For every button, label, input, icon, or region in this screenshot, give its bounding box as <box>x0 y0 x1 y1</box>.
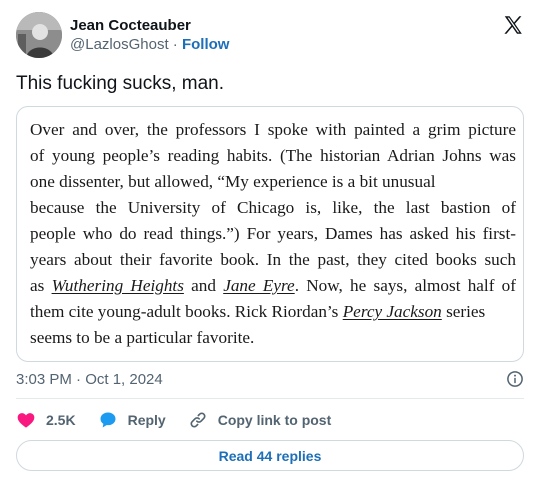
action-bar: 2.5K Reply Copy link to post <box>16 408 353 432</box>
excerpt-text: series <box>441 302 486 321</box>
excerpt-text: them cite young-adult books. Rick Riorda… <box>30 302 343 321</box>
divider <box>16 398 524 399</box>
author-handle-row: @LazlosGhost · Follow <box>70 35 229 54</box>
reply-label: Reply <box>127 412 166 428</box>
excerpt-text: and <box>183 276 224 295</box>
heart-icon <box>17 413 35 428</box>
author-block: Jean Cocteauber @LazlosGhost · Follow <box>70 16 229 54</box>
article-excerpt: Over and over, the professors I spoke wi… <box>30 117 516 351</box>
avatar[interactable] <box>16 12 62 58</box>
excerpt-line: one dissenter, but allowed, “My experien… <box>30 172 436 191</box>
excerpt-line: because the University of Chicago is, li… <box>30 198 516 217</box>
excerpt-line: them cite young-adult books. Rick Riorda… <box>30 299 516 325</box>
like-count: 2.5K <box>46 412 76 428</box>
excerpt-text: . Now, he says, almost half of <box>294 276 516 295</box>
link-icon <box>190 412 206 428</box>
excerpt-line: years about their favorite book. In the … <box>30 250 516 269</box>
excerpt-text: as <box>30 276 52 295</box>
timestamp[interactable]: 3:03 PM · Oct 1, 2024 <box>16 371 163 388</box>
author-display-name[interactable]: Jean Cocteauber <box>70 16 229 35</box>
excerpt-line: seems to be a particular favorite. <box>30 328 255 347</box>
book-title-jane-eyre: Jane Eyre <box>223 276 295 295</box>
info-icon[interactable] <box>506 370 524 388</box>
like-button[interactable]: 2.5K <box>16 410 76 430</box>
post-meta: 3:03 PM · Oct 1, 2024 <box>16 369 524 389</box>
excerpt-line: of young people’s reading habits. (The h… <box>30 146 516 165</box>
x-logo-icon[interactable] <box>502 14 524 36</box>
excerpt-line: people who do read things.”) For years, … <box>30 224 516 243</box>
excerpt-line: Over and over, the professors I spoke wi… <box>30 120 516 139</box>
follow-button[interactable]: Follow <box>182 36 230 53</box>
read-replies-label: Read 44 replies <box>218 447 322 464</box>
post-text: This fucking sucks, man. <box>16 73 225 94</box>
excerpt-line: as Wuthering Heights and Jane Eyre. Now,… <box>30 273 516 299</box>
handle-separator: · <box>168 36 182 53</box>
book-title-percy-jackson: Percy Jackson <box>342 302 442 321</box>
copy-link-label: Copy link to post <box>217 412 332 428</box>
post-image[interactable]: Over and over, the professors I spoke wi… <box>16 106 524 362</box>
reply-button[interactable]: Reply <box>98 410 166 430</box>
speech-bubble-icon <box>100 412 116 428</box>
book-title-wuthering-heights: Wuthering Heights <box>51 276 184 295</box>
read-replies-button[interactable]: Read 44 replies <box>16 440 524 471</box>
post-header: Jean Cocteauber @LazlosGhost · Follow <box>16 12 528 58</box>
author-handle[interactable]: @LazlosGhost <box>70 36 169 53</box>
embedded-post-card: Jean Cocteauber @LazlosGhost · Follow Th… <box>0 0 540 487</box>
copy-link-button[interactable]: Copy link to post <box>188 410 332 430</box>
